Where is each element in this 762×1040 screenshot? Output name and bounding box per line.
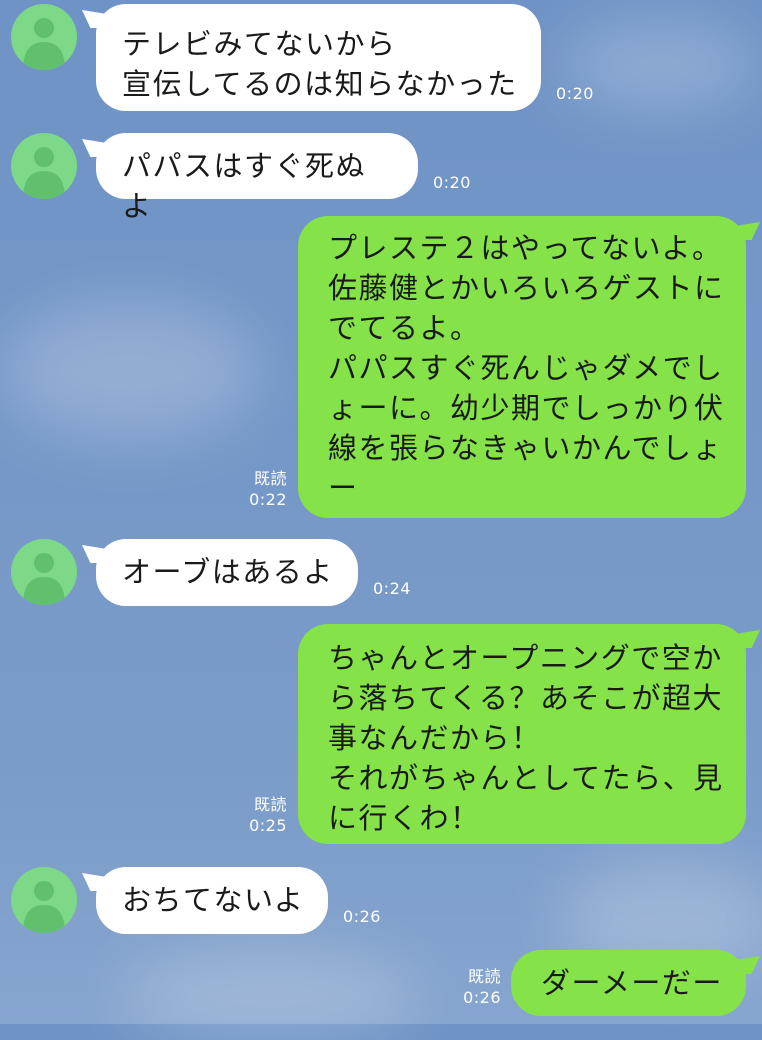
avatar[interactable] xyxy=(11,133,77,199)
message-time: 0:20 xyxy=(433,173,471,192)
cloud-decoration xyxy=(120,950,420,1040)
avatar[interactable] xyxy=(11,867,77,933)
message-time: 0:24 xyxy=(373,579,411,598)
message-bubble-incoming[interactable]: テレビみてないから 宣伝してるのは知らなかった xyxy=(96,4,541,111)
avatar[interactable] xyxy=(11,539,77,605)
message-time: 0:26 xyxy=(463,988,501,1007)
person-silhouette-icon xyxy=(23,147,65,199)
message-bubble-outgoing[interactable]: ちゃんとオープニングで空か ら落ちてくる？あそこが超大 事なんだから！ それがち… xyxy=(298,624,746,844)
cloud-decoration xyxy=(0,300,260,440)
message-meta: 既読 0:22 xyxy=(249,468,287,510)
message-bubble-outgoing[interactable]: ダーメーだー xyxy=(511,950,746,1016)
read-receipt: 既読 xyxy=(253,795,287,814)
person-silhouette-icon xyxy=(23,18,65,70)
message-meta: 既読 0:26 xyxy=(463,966,501,1008)
person-silhouette-icon xyxy=(23,881,65,933)
message-bubble-outgoing[interactable]: プレステ２はやってないよ。 佐藤健とかいろいろゲストに でてるよ。 パパスすぐ死… xyxy=(298,216,746,518)
message-meta: 既読 0:25 xyxy=(249,794,287,836)
message-time: 0:26 xyxy=(343,907,381,926)
read-receipt: 既読 xyxy=(253,469,287,488)
person-silhouette-icon xyxy=(23,553,65,605)
read-receipt: 既読 xyxy=(467,967,501,986)
message-bubble-incoming[interactable]: パパスはすぐ死ぬよ xyxy=(96,133,418,223)
message-time: 0:20 xyxy=(556,84,594,103)
message-time: 0:22 xyxy=(249,490,287,509)
message-time: 0:25 xyxy=(249,816,287,835)
message-bubble-incoming[interactable]: おちてないよ xyxy=(96,867,328,934)
avatar[interactable] xyxy=(11,4,77,70)
message-bubble-incoming[interactable]: オーブはあるよ xyxy=(96,539,358,606)
